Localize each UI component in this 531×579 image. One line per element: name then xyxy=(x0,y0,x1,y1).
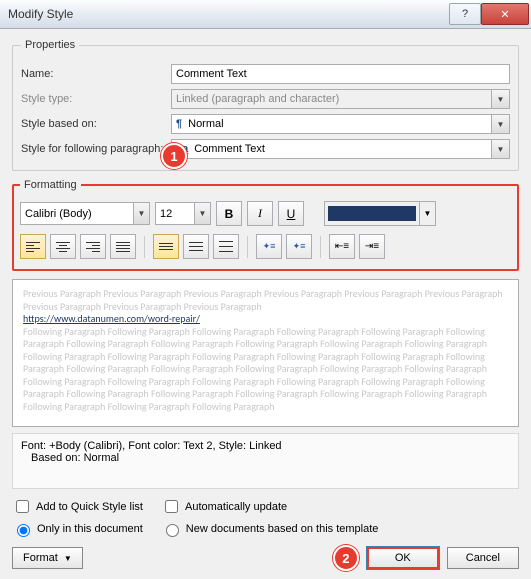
fontsize-combo[interactable]: 12 ▼ xyxy=(155,202,211,225)
preview-link: https://www.datanumen.com/word-repair/ xyxy=(23,313,508,326)
quick-style-checkbox[interactable]: Add to Quick Style list xyxy=(12,497,143,516)
following-label: Style for following paragraph: xyxy=(21,143,171,155)
separator xyxy=(247,236,248,258)
title-bar: Modify Style ? ✕ xyxy=(0,0,531,29)
separator xyxy=(144,236,145,258)
basedon-combo[interactable]: ¶ Normal ▼ xyxy=(171,114,510,134)
following-combo[interactable]: ¶a Comment Text ▼ xyxy=(171,139,510,159)
fontcolor-combo[interactable]: ▼ xyxy=(324,201,436,226)
linespacing-1-button[interactable] xyxy=(153,234,179,259)
properties-legend: Properties xyxy=(21,39,79,51)
close-button[interactable]: ✕ xyxy=(481,3,529,25)
preview-foll-para: Following Paragraph Following Paragraph … xyxy=(23,326,508,414)
name-label: Name: xyxy=(21,68,171,80)
chevron-down-icon[interactable]: ▼ xyxy=(419,202,435,225)
options-area: Add to Quick Style list Automatically up… xyxy=(12,497,519,537)
desc-line-1: Font: +Body (Calibri), Font color: Text … xyxy=(21,440,510,452)
align-left-button[interactable] xyxy=(20,234,46,259)
space-before-dec-button[interactable]: ✦≡ xyxy=(286,234,312,259)
chevron-down-icon: ▼ xyxy=(491,90,509,108)
align-center-button[interactable] xyxy=(50,234,76,259)
styletype-value: Linked (paragraph and character) xyxy=(176,93,339,105)
align-justify-button[interactable] xyxy=(110,234,136,259)
styletype-label: Style type: xyxy=(21,93,171,105)
cancel-button[interactable]: Cancel xyxy=(447,547,519,569)
bold-button[interactable]: B xyxy=(216,201,242,226)
linespacing-1-5-button[interactable] xyxy=(183,234,209,259)
chevron-down-icon: ▼ xyxy=(64,554,72,563)
chevron-down-icon[interactable]: ▼ xyxy=(133,203,149,224)
only-doc-radio[interactable]: Only in this document xyxy=(12,521,143,537)
window-title: Modify Style xyxy=(8,7,449,21)
basedon-label: Style based on: xyxy=(21,118,171,130)
indent-decrease-button[interactable]: ⇤≡ xyxy=(329,234,355,259)
underline-button[interactable]: U xyxy=(278,201,304,226)
formatting-group: Formatting Calibri (Body) ▼ 12 ▼ B I U ▼ xyxy=(12,179,519,271)
align-right-button[interactable] xyxy=(80,234,106,259)
following-value: Comment Text xyxy=(194,143,265,155)
indent-increase-button[interactable]: ⇥≡ xyxy=(359,234,385,259)
ok-button[interactable]: OK xyxy=(367,547,439,569)
formatting-legend: Formatting xyxy=(20,179,81,191)
chevron-down-icon[interactable]: ▼ xyxy=(491,140,509,158)
paragraph-icon: ¶ xyxy=(176,118,182,130)
format-label: Format xyxy=(23,552,58,564)
chevron-down-icon[interactable]: ▼ xyxy=(491,115,509,133)
desc-line-2: Based on: Normal xyxy=(21,452,510,464)
font-value: Calibri (Body) xyxy=(25,208,92,220)
italic-button[interactable]: I xyxy=(247,201,273,226)
preview-pane: Previous Paragraph Previous Paragraph Pr… xyxy=(12,279,519,427)
fontsize-value: 12 xyxy=(160,208,172,220)
help-button[interactable]: ? xyxy=(449,3,481,25)
font-combo[interactable]: Calibri (Body) ▼ xyxy=(20,202,150,225)
linespacing-2-button[interactable] xyxy=(213,234,239,259)
basedon-value: Normal xyxy=(188,118,223,130)
separator xyxy=(320,236,321,258)
format-button[interactable]: Format ▼ xyxy=(12,547,83,569)
callout-2: 2 xyxy=(333,545,359,571)
space-before-inc-button[interactable]: ✦≡ xyxy=(256,234,282,259)
new-docs-radio[interactable]: New documents based on this template xyxy=(161,521,379,537)
styletype-combo: Linked (paragraph and character) ▼ xyxy=(171,89,510,109)
style-description: Font: +Body (Calibri), Font color: Text … xyxy=(12,433,519,489)
color-swatch xyxy=(328,206,416,221)
callout-1: 1 xyxy=(161,143,187,169)
name-input[interactable] xyxy=(171,64,510,84)
properties-group: Properties Name: Style type: Linked (par… xyxy=(12,39,519,171)
auto-update-checkbox[interactable]: Automatically update xyxy=(161,497,287,516)
preview-prev-para: Previous Paragraph Previous Paragraph Pr… xyxy=(23,288,508,313)
chevron-down-icon[interactable]: ▼ xyxy=(194,203,210,224)
